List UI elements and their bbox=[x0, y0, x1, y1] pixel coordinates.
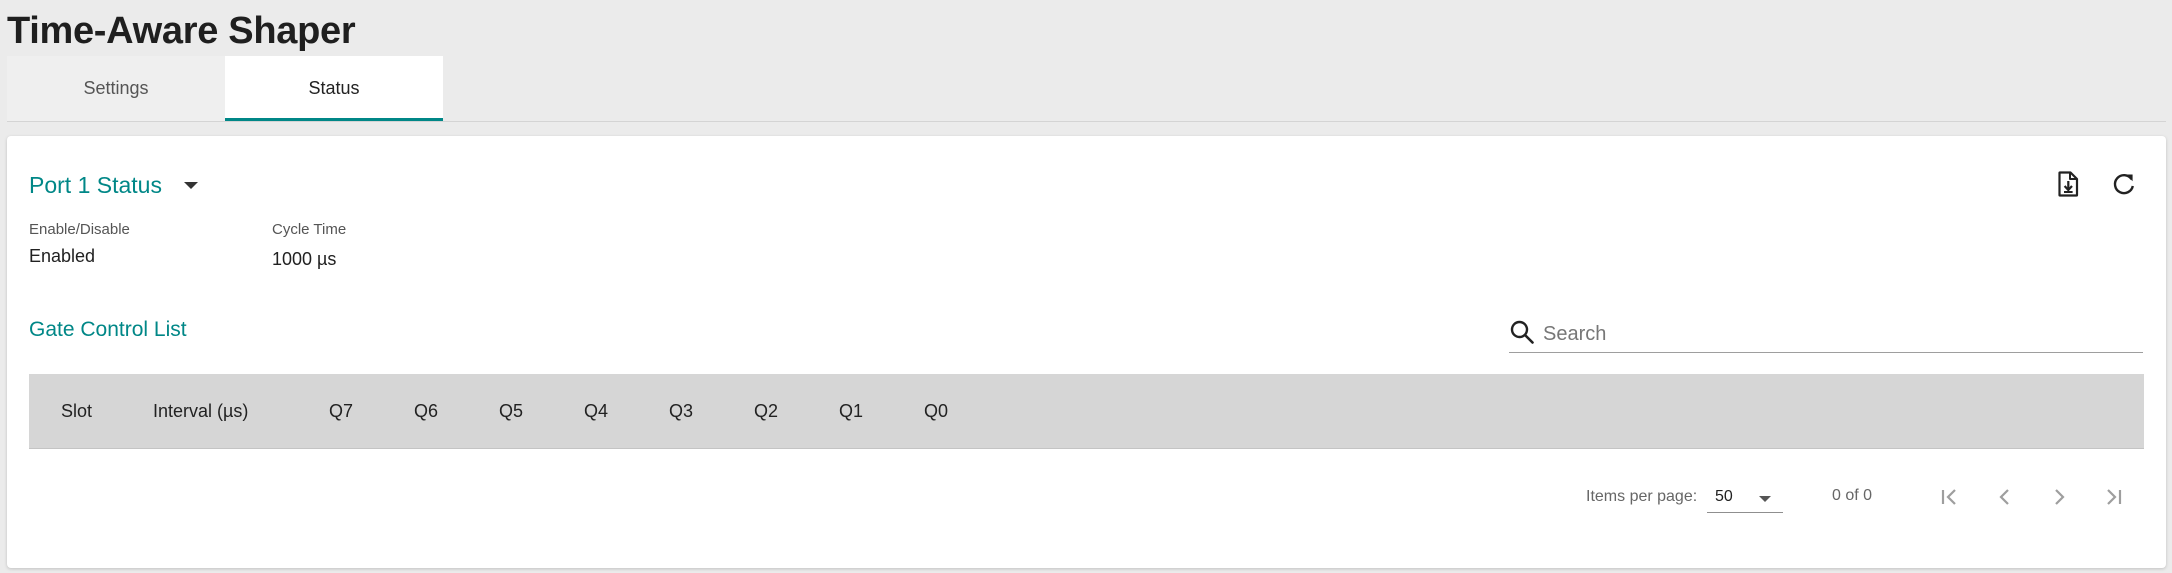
tab-bar: Settings Status bbox=[7, 56, 443, 121]
search-field bbox=[1509, 316, 2143, 353]
column-header-q4[interactable]: Q4 bbox=[584, 374, 608, 448]
column-header-q1[interactable]: Q1 bbox=[839, 374, 863, 448]
column-header-q0[interactable]: Q0 bbox=[924, 374, 948, 448]
last-page-button[interactable] bbox=[2096, 482, 2130, 512]
first-page-icon bbox=[1941, 489, 1956, 505]
column-header-q2[interactable]: Q2 bbox=[754, 374, 778, 448]
column-header-slot[interactable]: Slot bbox=[61, 374, 92, 448]
column-header-interval[interactable]: Interval (µs) bbox=[153, 374, 248, 448]
tabs-divider bbox=[7, 121, 2166, 122]
column-header-q6[interactable]: Q6 bbox=[414, 374, 438, 448]
enable-disable-label: Enable/Disable bbox=[29, 221, 130, 238]
port-status-label: Port 1 Status bbox=[29, 172, 162, 198]
page-title: Time-Aware Shaper bbox=[7, 10, 356, 52]
tab-status[interactable]: Status bbox=[225, 56, 443, 121]
caret-down-icon bbox=[183, 182, 198, 189]
gate-control-list-title: Gate Control List bbox=[29, 318, 187, 341]
items-per-page-label: Items per page: bbox=[1586, 488, 1698, 505]
port-status-dropdown[interactable]: Port 1 Status bbox=[29, 172, 198, 199]
table-header: Slot Interval (µs) Q7 Q6 Q5 Q4 Q3 Q2 Q1 … bbox=[29, 374, 2144, 449]
page-range: 0 of 0 bbox=[1832, 487, 1873, 504]
status-card: Port 1 Status Enable/Disable Enabled Cyc… bbox=[7, 136, 2166, 568]
previous-page-button[interactable] bbox=[1988, 482, 2022, 512]
tab-settings[interactable]: Settings bbox=[7, 56, 225, 121]
refresh-icon[interactable] bbox=[2108, 168, 2140, 200]
paginator: Items per page: 50 0 of 0 bbox=[7, 482, 2166, 513]
file-download-icon[interactable] bbox=[2052, 168, 2084, 200]
column-header-q3[interactable]: Q3 bbox=[669, 374, 693, 448]
last-page-icon bbox=[2107, 489, 2122, 505]
column-header-q7[interactable]: Q7 bbox=[329, 374, 353, 448]
first-page-button[interactable] bbox=[1933, 482, 1967, 512]
search-icon bbox=[1509, 319, 1535, 350]
chevron-left-icon bbox=[1999, 489, 2009, 505]
chevron-right-icon bbox=[2055, 489, 2065, 505]
items-per-page-select[interactable]: 50 bbox=[1707, 482, 1783, 513]
caret-down-icon bbox=[1759, 496, 1771, 502]
search-input[interactable] bbox=[1541, 321, 2125, 347]
column-header-q5[interactable]: Q5 bbox=[499, 374, 523, 448]
enable-disable-value: Enabled bbox=[29, 246, 96, 266]
next-page-button[interactable] bbox=[2042, 482, 2076, 512]
cycle-time-value: 1000 µs bbox=[272, 249, 337, 269]
card-toolbar bbox=[2052, 168, 2140, 200]
items-per-page-value: 50 bbox=[1715, 488, 1733, 505]
cycle-time-label: Cycle Time bbox=[272, 221, 347, 238]
